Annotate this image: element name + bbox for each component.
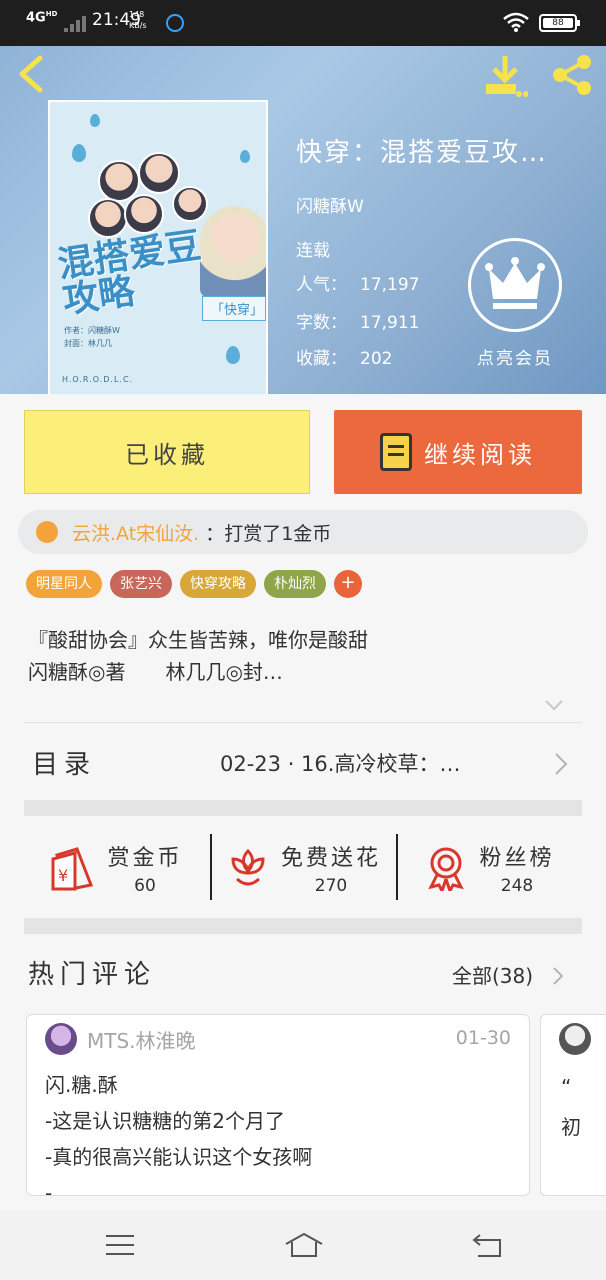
continue-reading-button[interactable]: 继续阅读 (334, 410, 582, 494)
serial-status: 连载 (296, 241, 330, 261)
home-icon[interactable] (284, 1230, 324, 1260)
tag-chip[interactable]: 朴灿烈 (264, 570, 326, 598)
crown-icon[interactable] (468, 238, 562, 332)
avatar[interactable] (559, 1023, 591, 1055)
app-notification-icon (166, 14, 184, 32)
medal-icon (428, 847, 465, 891)
free-flowers-button[interactable]: 免费送花 270 (210, 818, 396, 918)
book-icon (380, 433, 412, 471)
toc-label: 目录 (32, 750, 97, 780)
fan-ranking-button[interactable]: 粉丝榜 248 (396, 818, 582, 918)
section-divider (24, 918, 582, 934)
stat-popularity: 人气： 17,197 (296, 275, 420, 295)
reward-ticker[interactable]: 云洪.At宋仙汝. ：打赏了1金币 (18, 510, 588, 554)
comment-user[interactable]: MTS.林淮晚 (87, 1025, 196, 1054)
chevron-left-icon[interactable] (14, 54, 50, 94)
wifi-icon (503, 12, 529, 32)
stat-favorites: 收藏： 202 (296, 349, 393, 369)
comment-date: 01-30 (455, 1027, 511, 1049)
hot-comments-title: 热门评论 (28, 960, 157, 990)
intro-line: 『酸甜协会』众生皆苦辣，唯你是酸甜 (28, 628, 368, 652)
cover-genre-tag: 「快穿」 (202, 296, 266, 321)
signal-icon (64, 16, 86, 32)
book-intro[interactable]: 『酸甜协会』众生皆苦辣，唯你是酸甜 闪糖酥◎著 林几几◎封… (28, 624, 578, 688)
book-author[interactable]: 闪糖酥W (296, 192, 364, 217)
tag-chip[interactable]: 快穿攻略 (180, 570, 256, 598)
intro-line: 闪糖酥◎著 林几几◎封… (28, 660, 283, 684)
flower-icon (231, 848, 265, 886)
network-indicator: 4GHD (26, 10, 58, 26)
coin-icon (36, 521, 58, 543)
chevron-right-icon (555, 753, 568, 775)
chevron-down-icon[interactable] (544, 698, 564, 712)
book-header: 混搭爱豆 攻略 「快穿」 作者：闪糖酥W 封面：林几几 H.O.R.O.D.L.C.… (0, 46, 606, 394)
network-speed: 148 KB/s (129, 10, 147, 30)
table-of-contents-row[interactable]: 目录 02-23 · 16.高冷校草：… (24, 726, 582, 798)
cover-credits: 作者：闪糖酥W 封面：林几几 (64, 326, 120, 348)
battery-icon: 88 (539, 14, 580, 32)
tag-chip[interactable]: 张艺兴 (110, 570, 172, 598)
collected-button[interactable]: 已收藏 (24, 410, 310, 494)
reward-coins-button[interactable]: ¥ 赏金币 60 (24, 818, 210, 918)
download-icon[interactable] (482, 52, 528, 98)
divider (24, 722, 582, 723)
all-comments-link[interactable]: 全部(38) (452, 960, 533, 989)
book-cover[interactable]: 混搭爱豆 攻略 「快穿」 作者：闪糖酥W 封面：林几几 H.O.R.O.D.L.C. (48, 100, 268, 394)
red-envelope-icon: ¥ (51, 847, 94, 891)
back-nav-icon[interactable] (470, 1230, 506, 1260)
status-bar: 4GHD 21:49 148 KB/s 88 (0, 0, 606, 46)
reward-message: ：打赏了1金币 (205, 522, 332, 545)
book-title: 快穿：混搭爱豆攻… (296, 138, 549, 168)
menu-icon[interactable] (102, 1230, 138, 1260)
cover-title: 混搭爱豆 攻略 (55, 225, 204, 322)
tag-chip[interactable]: 明星同人 (26, 570, 102, 598)
system-nav-bar (0, 1210, 606, 1280)
comment-card[interactable]: MTS.林淮晚 01-30 闪.糖.酥 -这是认识糖糖的第2个月了 -真的很高兴… (26, 1014, 530, 1196)
quick-actions: ¥ 赏金币 60 免费送花 270 粉丝榜 248 (24, 818, 582, 918)
vip-activate-label[interactable]: 点亮会员 (468, 344, 562, 369)
comment-card[interactable]: “ 初 (540, 1014, 606, 1196)
tag-list: 明星同人 张艺兴 快穿攻略 朴灿烈 + (26, 570, 362, 598)
avatar[interactable] (45, 1023, 77, 1055)
add-tag-button[interactable]: + (334, 570, 362, 598)
chevron-right-icon[interactable] (552, 966, 564, 986)
cover-footer: H.O.R.O.D.L.C. (62, 375, 134, 384)
svg-text:¥: ¥ (58, 866, 68, 885)
comment-text: “ 初 (561, 1075, 581, 1139)
comment-text: 闪.糖.酥 -这是认识糖糖的第2个月了 -真的很高兴能认识这个女孩啊 -… (45, 1073, 313, 1196)
latest-chapter: 02-23 · 16.高冷校草：… (220, 752, 461, 776)
share-icon[interactable] (548, 52, 596, 98)
reward-user: 云洪.At宋仙汝. (72, 522, 200, 545)
section-divider (24, 800, 582, 816)
stat-word-count: 字数： 17,911 (296, 313, 420, 333)
